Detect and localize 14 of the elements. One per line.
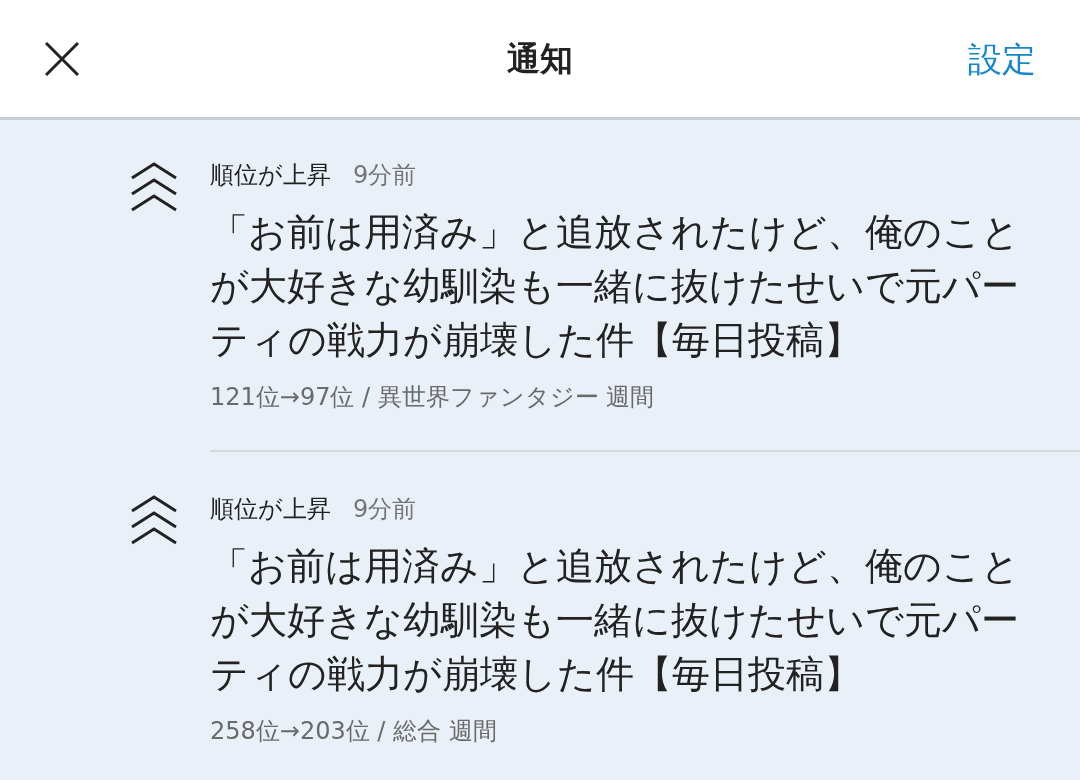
header-title: 通知 <box>507 38 573 79</box>
notification-time: 9分前 <box>353 160 417 191</box>
notification-type: 順位が上昇 <box>210 494 331 525</box>
ranking-detail: 258位→203位 / 総合 週間 <box>210 716 498 747</box>
notification-type: 順位が上昇 <box>210 160 331 191</box>
close-button[interactable] <box>44 40 80 77</box>
notification-time: 9分前 <box>353 494 417 525</box>
settings-link[interactable]: 設定 <box>968 38 1036 79</box>
close-icon <box>45 41 79 76</box>
notification-title[interactable]: 「お前は用済み」と追放されたけど、俺のことが大好きな幼馴染も一緒に抜けたせいで元パーティの戦力が崩壊した件【毎日投稿】 <box>210 539 1022 701</box>
notification-title[interactable]: 「お前は用済み」と追放されたけど、俺のことが大好きな幼馴染も一緒に抜けたせいで元パーティの戦力が崩壊した件【毎日投稿】 <box>210 205 1022 367</box>
double-chevron-up-icon <box>130 162 178 212</box>
ranking-detail: 121位→97位 / 異世界ファンタジー 週間 <box>210 382 656 413</box>
double-chevron-up-icon <box>130 495 178 545</box>
